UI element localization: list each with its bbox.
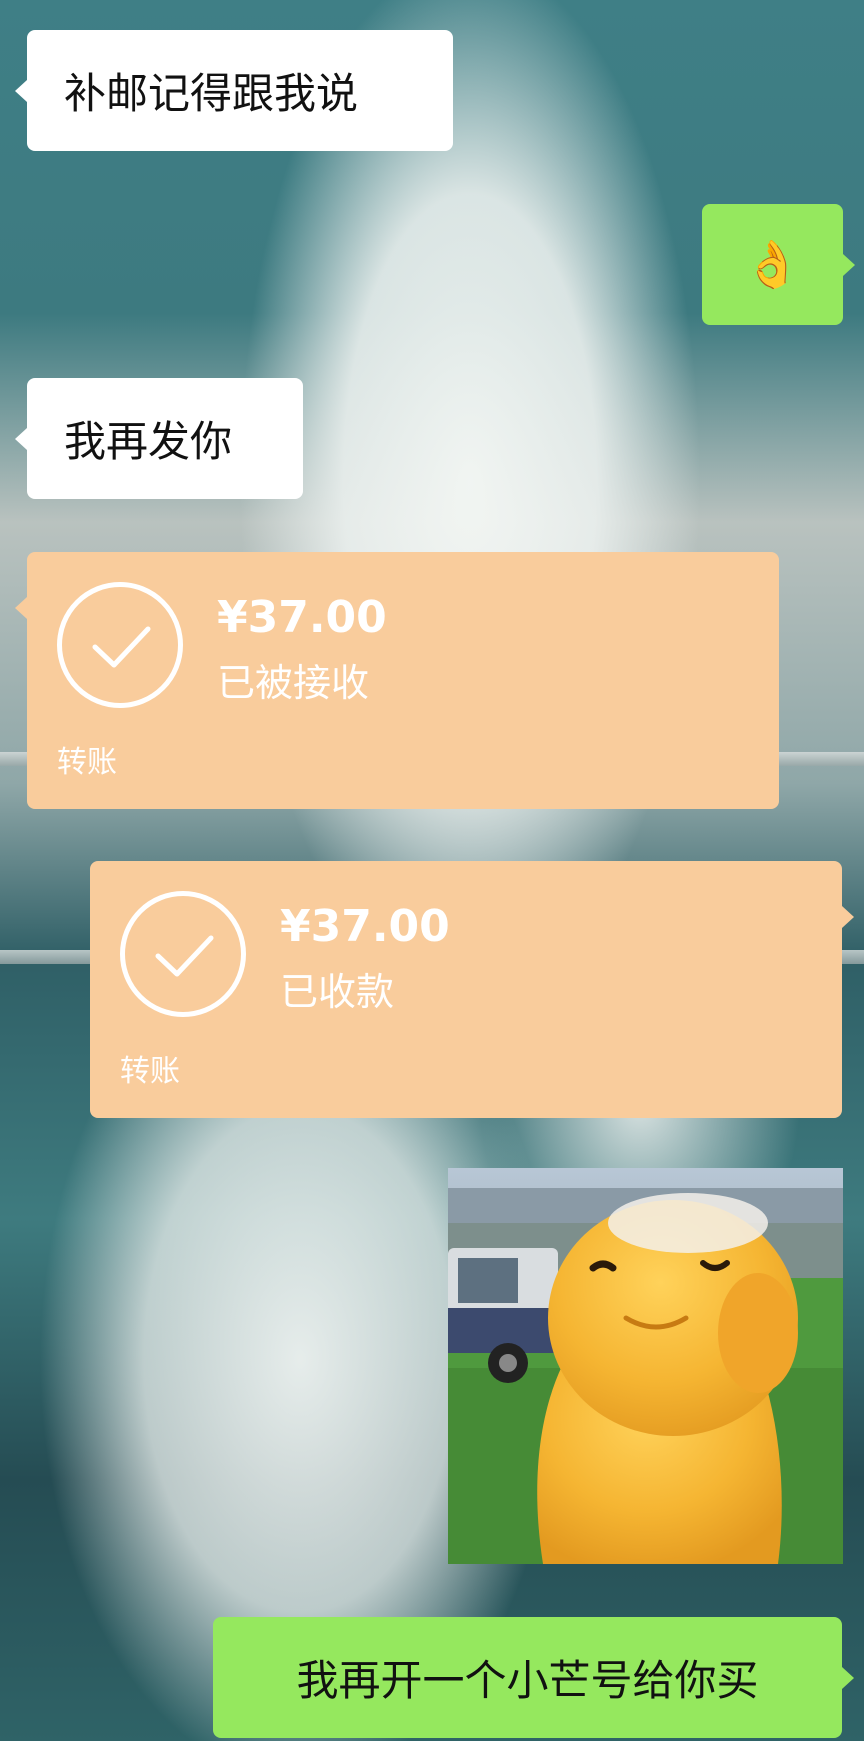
checkmark-icon: [57, 582, 183, 708]
transfer-card-incoming[interactable]: ¥37.00 已被接收 转账: [15, 552, 779, 809]
message-text: 补邮记得跟我说: [64, 69, 359, 118]
checkmark-icon: [120, 891, 246, 1017]
message-bubble-outgoing[interactable]: 👌: [702, 204, 855, 325]
transfer-status: 已被接收: [217, 661, 370, 705]
transfer-label: 转账: [57, 745, 117, 780]
ok-hand-icon: 👌: [743, 237, 802, 291]
message-text: 我再发你: [64, 417, 233, 466]
transfer-status: 已收款: [280, 970, 395, 1014]
mascot-sticker-icon[interactable]: [448, 1168, 843, 1564]
message-bubble-incoming[interactable]: 补邮记得跟我说: [15, 30, 453, 151]
message-text: 我再开一个小芒号给你买: [296, 1656, 759, 1705]
transfer-card-outgoing[interactable]: ¥37.00 已收款 转账: [90, 861, 854, 1118]
transfer-label: 转账: [120, 1054, 180, 1089]
transfer-amount: ¥37.00: [217, 592, 387, 643]
message-bubble-incoming[interactable]: 我再发你: [15, 378, 303, 499]
transfer-amount: ¥37.00: [280, 901, 450, 952]
message-bubble-outgoing[interactable]: 我再开一个小芒号给你买: [213, 1617, 854, 1738]
